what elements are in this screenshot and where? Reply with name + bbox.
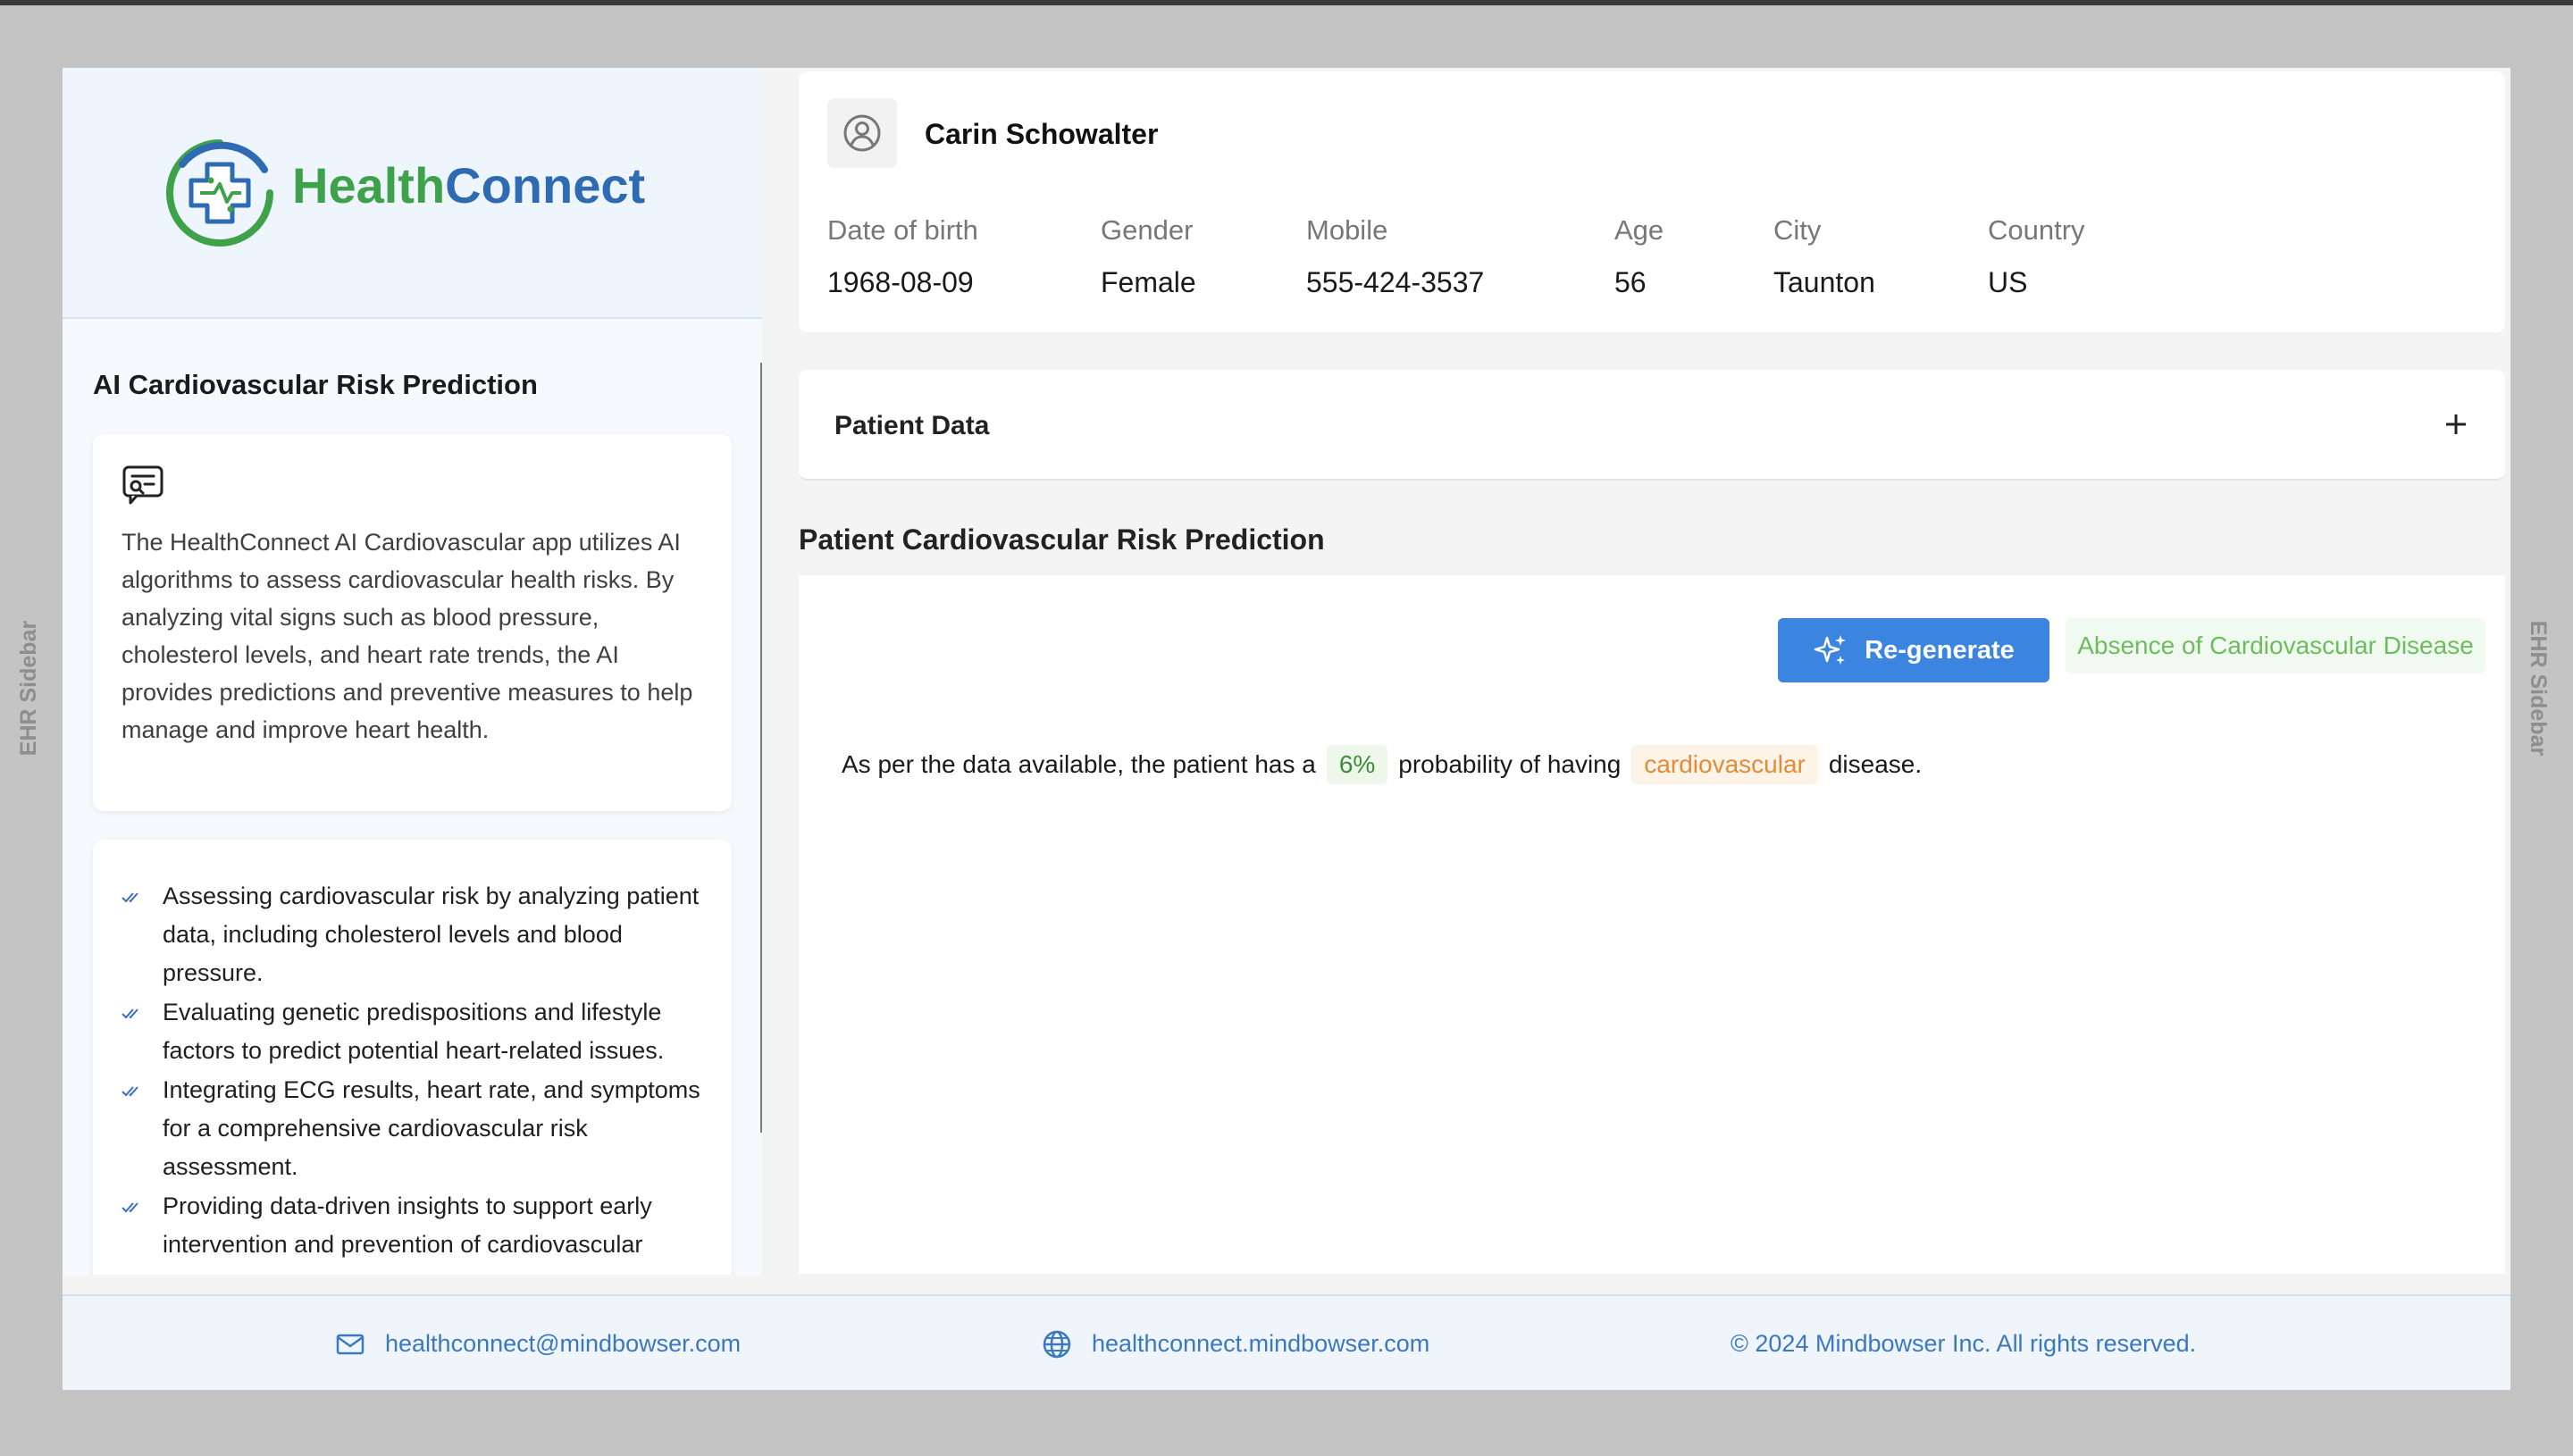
sentence-prefix: As per the data available, the patient h… [842,750,1316,778]
message-search-icon [122,465,163,505]
footer: healthconnect@mindbowser.com healthconne… [63,1294,2510,1390]
features-card: Assessing cardiovascular risk by analyzi… [93,840,732,1275]
feature-list: Assessing cardiovascular risk by analyzi… [122,877,711,1265]
risk-prediction-card: Re-generate Absence of Cardiovascular Di… [799,575,2505,1274]
info-date-of-birth: Date of birth 1968-08-09 [827,214,978,299]
left-panel: HealthConnect AI Cardiovascular Risk Pre… [63,68,762,1275]
patient-header-card: Carin Schowalter Date of birth 1968-08-0… [799,71,2505,332]
feature-text: Integrating ECG results, heart rate, and… [163,1076,700,1180]
info-gender: Gender Female [1101,214,1196,299]
plus-icon[interactable] [2443,411,2469,438]
info-city: City Taunton [1773,214,1875,299]
avatar [827,98,897,168]
info-label: Mobile [1306,214,1388,246]
info-value: US [1988,266,2028,298]
double-check-icon [122,1187,163,1226]
app-window: HealthConnect AI Cardiovascular Risk Pre… [63,68,2510,1390]
sentence-middle: probability of having [1398,750,1622,778]
regenerate-button[interactable]: Re-generate [1778,618,2049,682]
ehr-sidebar-right-tab[interactable]: EHR Sidebar [2525,607,2552,768]
info-label: Date of birth [827,214,978,246]
info-value: 555-424-3537 [1306,266,1485,298]
probability-sentence: As per the data available, the patient h… [842,745,1922,784]
footer-website-link[interactable]: healthconnect.mindbowser.com [1042,1296,1429,1390]
list-item: Integrating ECG results, heart rate, and… [122,1071,711,1186]
info-label: Age [1614,214,1664,246]
info-value: 56 [1614,266,1647,298]
double-check-icon [122,877,163,916]
sparkles-icon [1814,635,1847,665]
user-circle-icon [843,114,881,152]
double-check-icon [122,993,163,1032]
regenerate-label: Re-generate [1865,635,2015,665]
window-top-bar [0,0,2573,5]
ehr-sidebar-left-tab[interactable]: EHR Sidebar [16,607,43,768]
info-label: Gender [1101,214,1194,246]
feature-text: Assessing cardiovascular risk by analyzi… [163,883,700,986]
info-label: Country [1988,214,2085,246]
mail-icon [336,1334,365,1354]
list-item: Assessing cardiovascular risk by analyzi… [122,877,711,992]
double-check-icon [122,1071,163,1109]
footer-copyright: © 2024 Mindbowser Inc. All rights reserv… [1731,1330,2197,1357]
footer-website: healthconnect.mindbowser.com [1092,1330,1430,1357]
prediction-result-badge: Absence of Cardiovascular Disease [2066,618,2485,674]
healthconnect-logo-icon [166,139,273,247]
probability-badge: 6% [1326,745,1388,784]
info-age: Age 56 [1614,214,1664,299]
info-value: Taunton [1773,266,1875,298]
risk-section-title: Patient Cardiovascular Risk Prediction [799,523,1325,556]
info-value: 1968-08-09 [827,266,974,298]
patient-data-label: Patient Data [834,411,990,440]
list-item: Providing data-driven insights to suppor… [122,1187,711,1264]
left-panel-title: AI Cardiovascular Risk Prediction [93,369,538,400]
patient-name: Carin Schowalter [925,118,1159,150]
info-mobile: Mobile 555-424-3537 [1306,214,1484,299]
brand-name: HealthConnect [292,157,646,213]
patient-data-accordion[interactable]: Patient Data [799,370,2505,481]
list-item: Evaluating genetic predispositions and l… [122,993,711,1070]
logo-area: HealthConnect [63,68,762,319]
info-country: Country US [1988,214,2085,299]
app-description: The HealthConnect AI Cardiovascular app … [122,529,693,743]
condition-badge: cardiovascular [1631,745,1818,784]
info-label: City [1773,214,1822,246]
left-panel-scrollbar[interactable] [760,363,762,1133]
sentence-suffix: disease. [1828,750,1923,778]
description-card: The HealthConnect AI Cardiovascular app … [93,434,732,811]
footer-email: healthconnect@mindbowser.com [385,1330,742,1357]
globe-icon [1043,1330,1071,1358]
info-value: Female [1101,266,1196,298]
footer-email-link[interactable]: healthconnect@mindbowser.com [335,1296,741,1390]
feature-text: Evaluating genetic predispositions and l… [163,999,665,1064]
feature-text: Providing data-driven insights to suppor… [163,1192,652,1258]
